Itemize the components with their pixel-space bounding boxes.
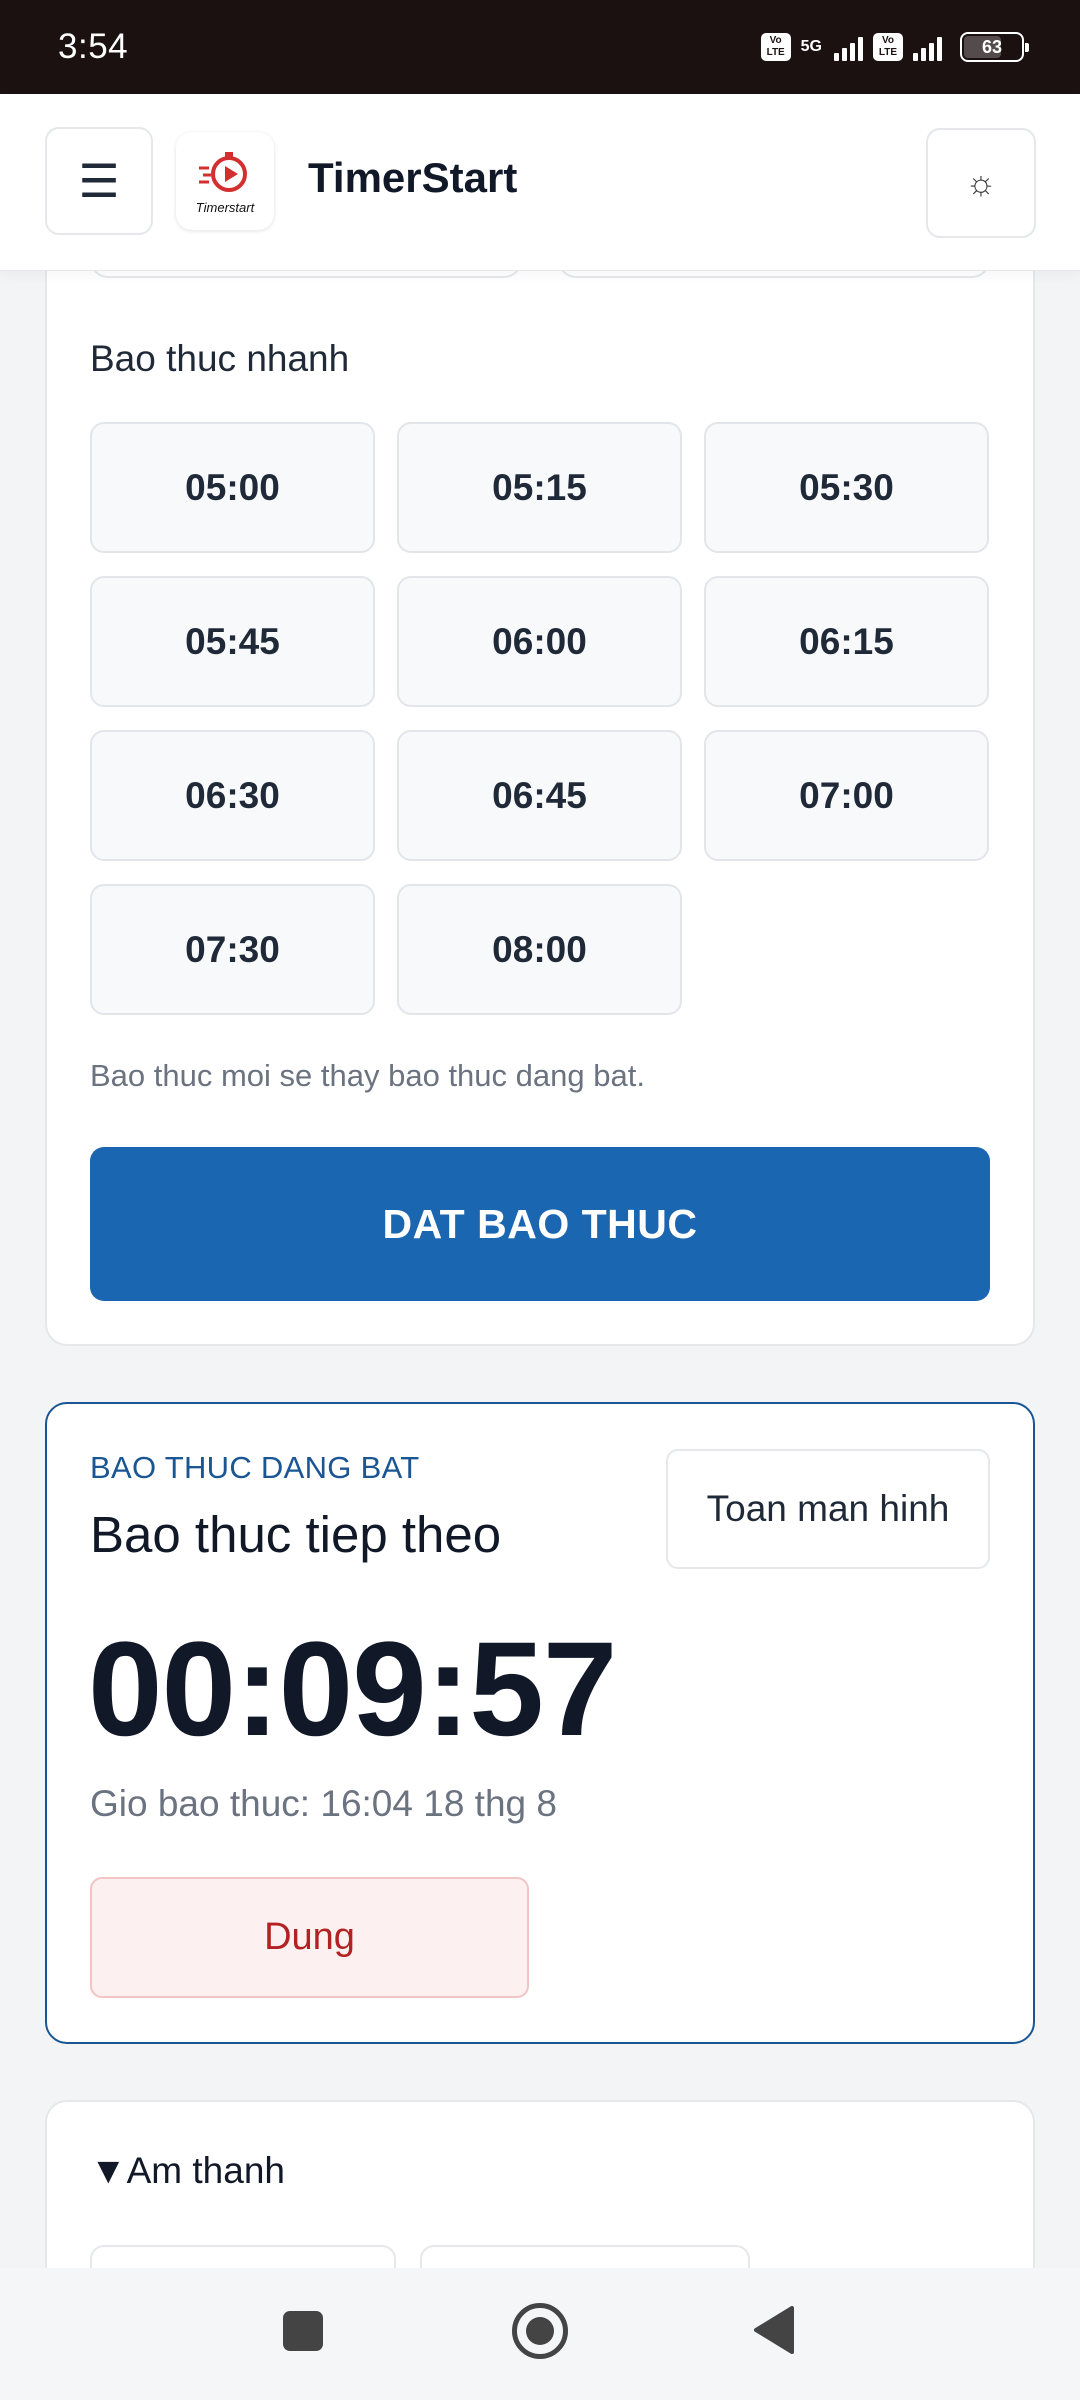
preset-button[interactable]: 06:30 (90, 730, 375, 861)
next-alarm-title: Bao thuc tiep theo (90, 1506, 502, 1563)
volte-icon: Vo LTE (760, 33, 791, 61)
signal-icon-2 (913, 33, 942, 61)
status-bar: 3:54 Vo LTE 5G Vo LTE 63 (0, 0, 1080, 94)
stop-button[interactable]: Dung (90, 1877, 529, 1998)
preset-button[interactable]: 05:45 (90, 576, 375, 707)
preset-button[interactable]: 05:15 (397, 422, 682, 553)
countdown-display: 00:09:57 (88, 1615, 617, 1764)
preset-button[interactable]: 06:00 (397, 576, 682, 707)
timer-logo-icon (199, 151, 247, 192)
back-triangle-icon (754, 2306, 794, 2354)
hamburger-icon: ☰ (78, 155, 120, 207)
preset-button[interactable]: 05:30 (704, 422, 989, 553)
logo-caption: Timerstart (195, 199, 255, 215)
app-title: TimerStart (308, 154, 518, 201)
battery-level: 63 (981, 36, 1003, 57)
signal-icon (834, 33, 863, 61)
preset-button[interactable]: 07:00 (704, 730, 989, 861)
preset-button[interactable]: 06:45 (397, 730, 682, 861)
preset-button[interactable]: 05:00 (90, 422, 375, 553)
replace-note: Bao thuc moi se thay bao thuc dang bat. (90, 1058, 645, 1093)
home-circle-icon (526, 2317, 554, 2345)
app-logo[interactable]: Timerstart (176, 132, 274, 230)
menu-button[interactable]: ☰ (45, 127, 153, 235)
volte-icon-2: Vo LTE (873, 33, 903, 61)
preset-button[interactable]: 08:00 (397, 884, 682, 1015)
quick-alarm-title: Bao thuc nhanh (90, 338, 350, 379)
network-type: 5G (800, 38, 822, 55)
status-time: 3:54 (58, 27, 129, 66)
preset-button[interactable]: 07:30 (90, 884, 375, 1015)
home-button[interactable] (512, 2303, 568, 2359)
preset-button[interactable]: 06:15 (704, 576, 989, 707)
recents-button[interactable] (283, 2311, 323, 2351)
theme-toggle-button[interactable]: ☼ (926, 128, 1036, 238)
status-icons: Vo LTE 5G Vo LTE 63 (760, 32, 1029, 62)
set-alarm-button[interactable]: DAT BAO THUC (90, 1147, 990, 1301)
battery-icon: 63 (960, 32, 1029, 62)
app-header: ☰ Timerstart TimerStart ☼ (0, 94, 1080, 271)
back-button[interactable] (752, 2306, 796, 2354)
sun-icon: ☼ (965, 163, 997, 202)
fullscreen-button[interactable]: Toan man hinh (666, 1449, 990, 1569)
sound-section-toggle[interactable]: ▼Am thanh (90, 2150, 285, 2192)
active-alarm-label: BAO THUC DANG BAT (90, 1450, 420, 1485)
alarm-time-text: Gio bao thuc: 16:04 18 thg 8 (90, 1783, 557, 1824)
